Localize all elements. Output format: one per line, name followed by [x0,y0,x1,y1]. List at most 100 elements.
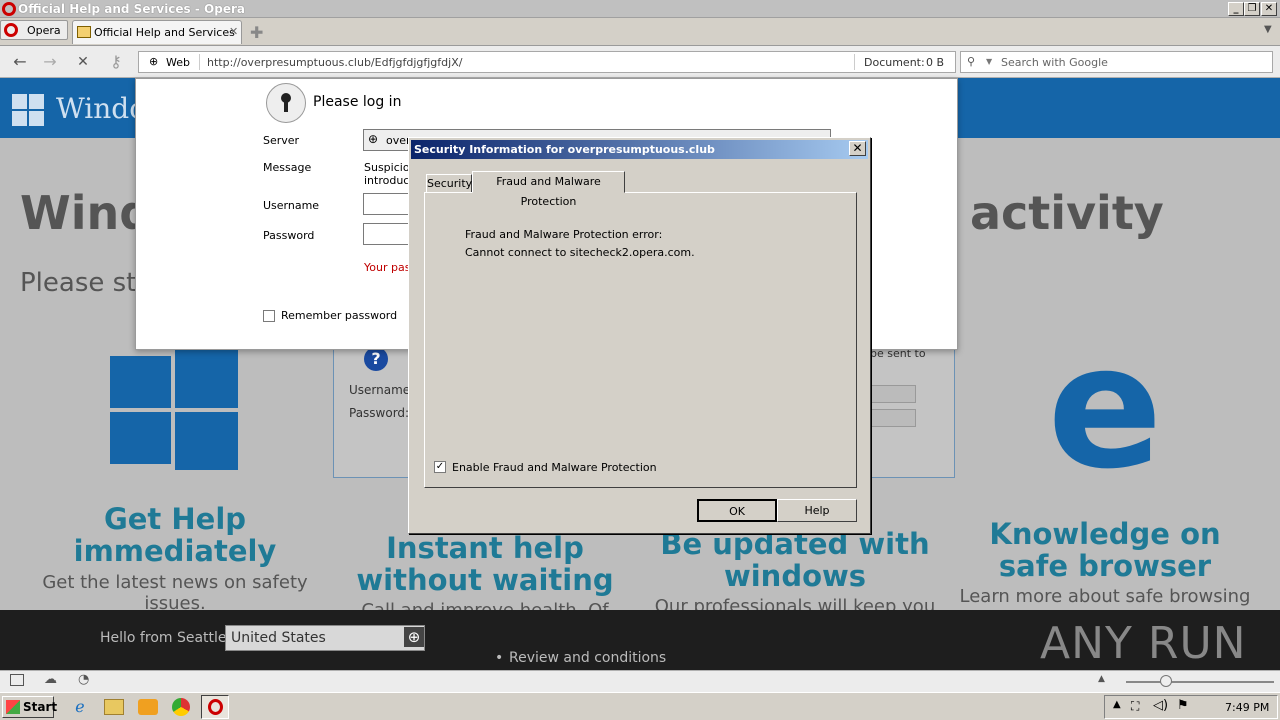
enable-protection-label[interactable]: Enable Fraud and Malware Protection [452,461,657,474]
dialog-title: Security Information for overpresumptuou… [414,143,715,156]
subhead: Please st [20,268,137,298]
message-label: Message [263,161,312,174]
security-dialog: Security Information for overpresumptuou… [408,137,871,534]
remember-checkbox[interactable] [263,310,275,322]
windows-logo-small-icon [12,94,44,126]
country-value[interactable]: United States [231,630,326,646]
tab-menu-chevron-icon[interactable]: ▼ [1264,24,1272,35]
feature-text-1: Get the latest news on safety issues. [42,572,308,610]
address-bar[interactable]: ⊕ Web http://overpresumptuous.club/Edfjg… [138,51,956,73]
document-size-label: Document: [864,56,925,69]
footer-hello: Hello from Seattle [100,630,227,646]
search-engine-dropdown-icon[interactable]: ▼ [986,57,992,66]
windows-flag-icon [6,700,20,714]
tab-bar: Opera Official Help and Services ✕ ✚ ▼ [0,18,1280,46]
opera-taskbar-button[interactable] [201,695,229,719]
message-text: Suspiciou introduce [364,161,410,187]
feature-title-4: Knowledge on safe browser [989,517,1221,583]
help-button[interactable]: Help [777,499,857,522]
stop-icon[interactable]: ✕ [73,52,93,72]
url-text[interactable]: http://overpresumptuous.club/Edfjgfdjgfj… [207,56,462,69]
remember-label[interactable]: Remember password [281,309,397,322]
restore-button[interactable]: ❐ [1244,2,1260,16]
question-icon: ? [364,347,388,371]
forward-arrow-icon[interactable]: → [40,52,60,72]
ie-icon[interactable]: ℯ [70,697,90,717]
feature-text-2: Call and improve health. Of your [340,600,630,610]
window-title: Official Help and Services - Opera [18,2,245,16]
tray-expand-icon[interactable]: ▲ [1113,699,1121,710]
bg-username-input[interactable] [870,385,916,403]
key-favicon-icon [77,26,91,38]
fraud-connect-line: Cannot connect to sitecheck2.opera.com. [465,246,695,259]
dialog-titlebar: Security Information for overpresumptuou… [411,140,868,159]
flag-icon[interactable]: ⚑ [1177,698,1189,713]
start-label[interactable]: Start [23,700,57,714]
start-button[interactable]: Start [2,696,57,718]
server-globe-icon: ⊕ [368,132,379,146]
close-window-button[interactable]: ✕ [1261,2,1277,16]
feature-text-4: Learn more about safe browsing [959,586,1251,607]
keyhole-icon [266,83,306,123]
opera-logo-icon [2,2,16,16]
minimize-button[interactable]: _ [1228,2,1244,16]
speed-dial-icon[interactable]: ◔ [78,672,89,687]
key-icon[interactable]: ⚷ [106,52,126,72]
feature-title-1: Get Help immediately [73,502,277,568]
panel-toggle-icon[interactable] [10,674,24,686]
address-mode-label[interactable]: Web [166,56,190,69]
document-size-value: 0 B [926,56,945,69]
zoom-up-icon[interactable]: ▲ [1098,674,1105,684]
server-value: over [386,134,411,147]
server-label: Server [263,134,300,147]
system-tray: ▲ ⛶ ◁) ⚑ 7:49 PM [1104,695,1278,719]
volume-icon[interactable]: ◁) [1153,698,1168,713]
bg-username-label: Username [349,383,411,397]
anyrun-watermark: ANY RUN [1040,618,1247,669]
edge-logo-icon: e [1047,309,1163,507]
zoom-slider[interactable] [1126,681,1274,683]
cloud-icon[interactable]: ☁ [44,672,57,687]
username-label: Username [263,199,320,212]
footer-link-review[interactable]: Review and conditions [509,650,666,666]
web-globe-icon[interactable]: ⊕ [149,55,158,68]
feature-title-3: Be updated with windows [660,527,930,593]
search-placeholder[interactable]: Search with Google [1001,56,1108,69]
globe-icon[interactable]: ⊕ [404,627,424,647]
enable-protection-checkbox[interactable]: ✓ [434,461,446,473]
navigation-bar: ← → ✕ ⚷ ⊕ Web http://overpresumptuous.cl… [0,46,1280,78]
brand-text: Windo [56,92,147,125]
fraud-error-line: Fraud and Malware Protection error: [465,228,663,241]
login-title: Please log in [313,94,402,110]
footer-bullet: • [495,650,504,666]
opera-menu-label: Opera [27,24,61,37]
ok-button[interactable]: OK [697,499,777,522]
opera-menu-icon [4,23,18,37]
tab-official-help[interactable]: Official Help and Services ✕ [72,20,242,44]
folder-icon[interactable] [104,699,124,715]
password-label: Password [263,229,315,242]
media-player-icon[interactable] [138,699,158,715]
clock-time[interactable]: 7:49 PM [1225,701,1269,714]
new-tab-button[interactable]: ✚ [250,23,263,42]
feature-text-3: Our professionals will keep you [654,596,936,610]
window-titlebar: Official Help and Services - Opera _ ❐ ✕ [0,0,1280,18]
network-icon[interactable]: ⛶ [1131,699,1139,714]
tab-security[interactable]: Security [426,174,472,193]
status-bar: ☁ ◔ ▲ [0,670,1280,692]
opera-menu-button[interactable]: Opera [0,20,68,40]
tab-close-icon[interactable]: ✕ [229,25,238,38]
windows-logo-icon [110,350,238,470]
back-arrow-icon[interactable]: ← [10,52,30,72]
chrome-icon[interactable] [172,698,190,716]
country-select[interactable]: United States ⊕ [225,625,425,651]
bg-password-input[interactable] [870,409,916,427]
dialog-close-button[interactable]: ✕ [849,141,866,156]
zoom-slider-thumb[interactable] [1160,675,1172,687]
tab-fraud-protection[interactable]: Fraud and Malware Protection [472,171,625,208]
search-box[interactable]: ⚲ ▼ Search with Google [960,51,1273,73]
search-icon: ⚲ [967,55,976,68]
tab-panel: Fraud and Malware Protection error: Cann… [424,192,857,488]
page-footer: Hello from Seattle United States ⊕ • Rev… [0,610,1280,670]
headline-right: activity [970,186,1164,240]
